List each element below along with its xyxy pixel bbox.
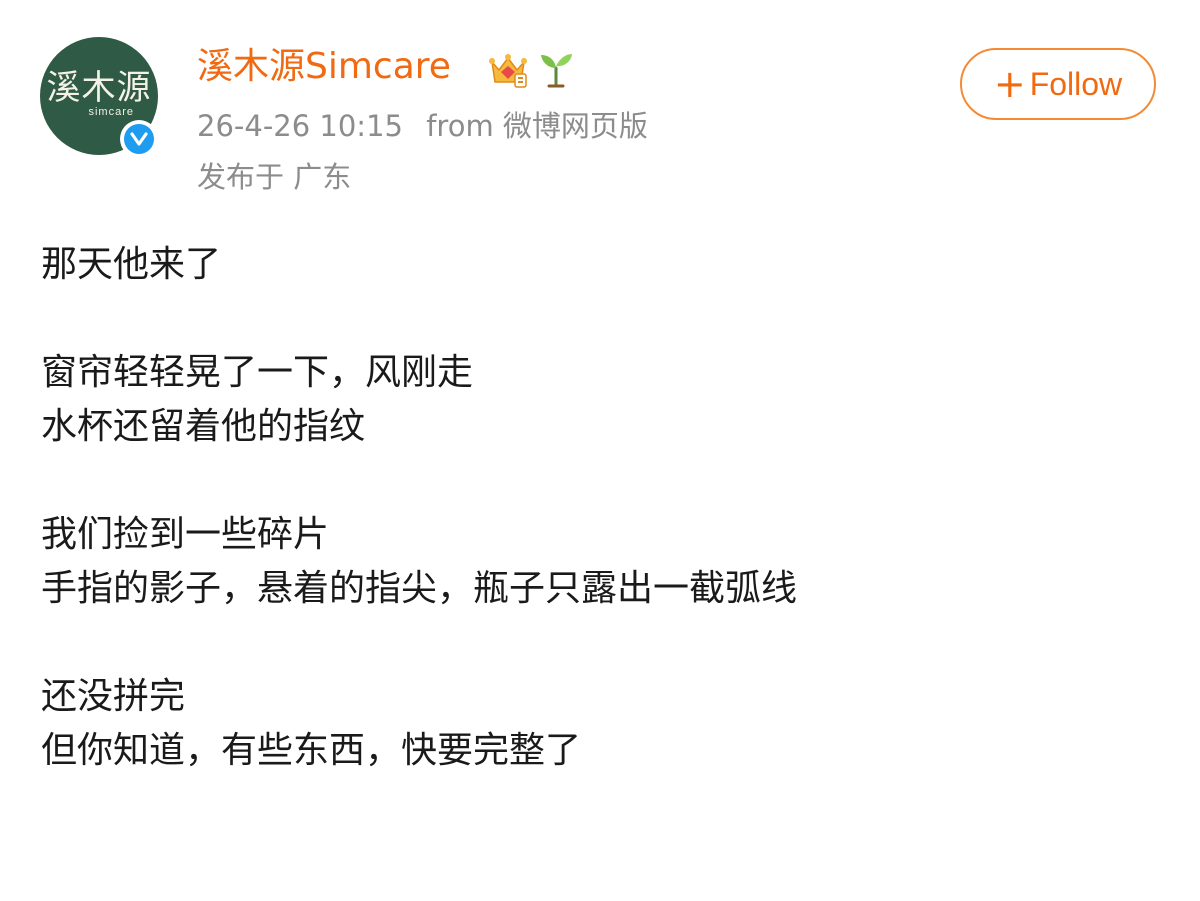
post-line: 窗帘轻轻晃了一下，风刚走 <box>41 352 474 393</box>
post-line: 还没拼完 <box>41 676 186 717</box>
sprout-icon[interactable] <box>538 50 574 88</box>
follow-button[interactable]: + Follow <box>960 48 1156 120</box>
avatar-logo-text: 溪木源 <box>46 67 152 108</box>
post-line: 水杯还留着他的指纹 <box>41 406 366 447</box>
post-body: 那天他来了 窗帘轻轻晃了一下，风刚走 水杯还留着他的指纹 我们捡到一些碎片 手指… <box>41 238 1161 778</box>
username[interactable]: 溪木源Simcare <box>197 47 451 87</box>
post-timestamp[interactable]: 26-4-26 10:15 <box>197 109 403 143</box>
crown-icon[interactable] <box>488 52 528 88</box>
post-location: 发布于 广东 <box>197 160 352 194</box>
post-line: 我们捡到一些碎片 <box>41 514 330 555</box>
post-line: 手指的影子，悬着的指尖，瓶子只露出一截弧线 <box>41 568 798 609</box>
follow-label: Follow <box>1029 65 1123 102</box>
post-line: 那天他来了 <box>41 244 222 285</box>
verified-icon <box>120 120 158 158</box>
post-meta: 26-4-26 10:15 from 微博网页版 <box>197 109 648 144</box>
avatar-logo-subtext: simcare <box>88 105 134 118</box>
post-line: 但你知道，有些东西，快要完整了 <box>41 730 582 771</box>
plus-icon: + <box>993 62 1026 106</box>
post-source: from 微博网页版 <box>426 109 648 143</box>
